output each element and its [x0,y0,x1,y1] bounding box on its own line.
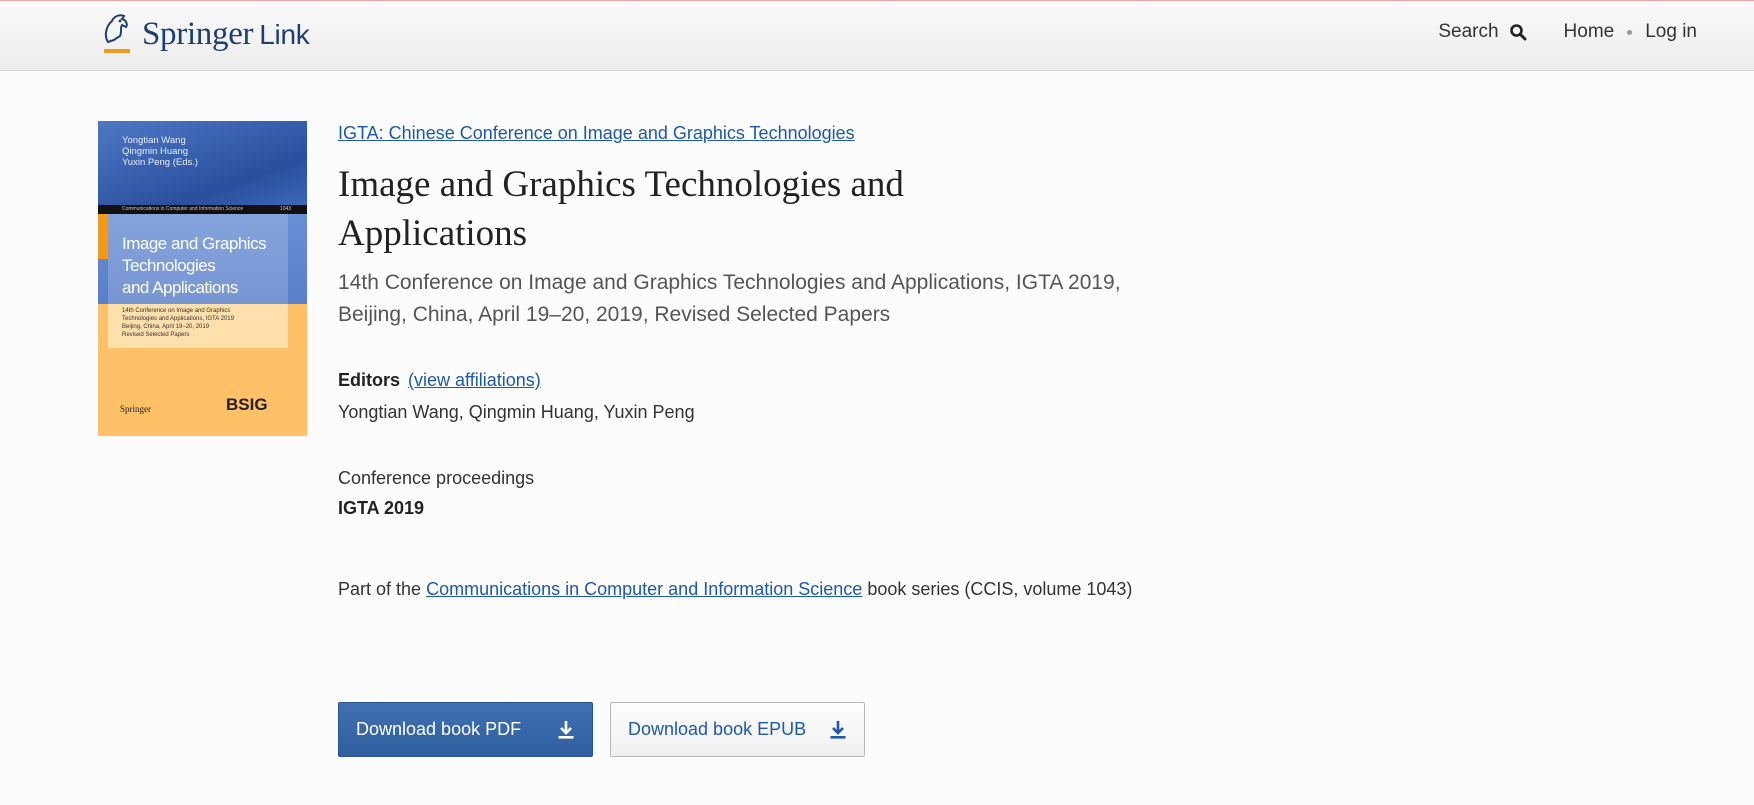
download-pdf-button[interactable]: Download book PDF [338,702,593,757]
cover-subtitle-line: Technologies and Applications, IGTA 2019 [122,316,234,322]
download-icon [830,720,846,739]
cover-subtitle-line: Beijing, China, April 19–20, 2019 [122,324,210,330]
book-subtitle: 14th Conference on Image and Graphics Te… [338,271,1121,326]
cover-author: Yuxin Peng (Eds.) [122,157,199,168]
cover-partner-logo: BSIG [226,395,268,414]
download-icon [558,720,574,739]
page-title: Image and Graphics Technologies and Appl… [338,164,904,254]
nav-separator-dot [1627,29,1633,35]
header-nav: Search Home Log in [1438,21,1697,43]
springer-link-logo[interactable]: Springer Link [100,11,310,57]
cover-author: Yongtian Wang [122,135,186,146]
download-pdf-label: Download book PDF [356,719,522,739]
cover-series-band: Communications in Computer and Informati… [98,205,307,214]
cover-publisher: Springer [120,404,151,414]
search-button[interactable]: Search [1438,21,1527,43]
series-suffix: book series (CCIS, volume 1043) [867,579,1133,599]
editors-label: Editors [338,370,401,390]
logo-link-text: Link [259,18,310,50]
login-link[interactable]: Log in [1645,21,1697,43]
search-icon [1509,24,1527,41]
cover-author: Qingmin Huang [122,146,189,157]
cover-authors: Yongtian Wang Qingmin Huang Yuxin Peng (… [122,135,198,168]
search-label: Search [1438,21,1499,42]
logo-springer-text: Springer [142,15,254,52]
home-link[interactable]: Home [1564,21,1615,43]
book-cover-image: Yongtian Wang Qingmin Huang Yuxin Peng (… [98,121,307,436]
proceedings-type: Conference proceedings [338,468,535,488]
cover-subtitle-line: Revised Selected Papers [122,332,190,338]
series-prefix: Part of the [338,579,422,599]
book-series-info: Part of the Communications in Computer a… [338,579,1132,600]
book-series-link[interactable]: Communications in Computer and Informati… [426,579,862,599]
logo-wordmark: Springer Link [142,15,310,53]
editors-heading: Editors (view affiliations) [338,370,541,391]
site-header: Springer Link Search Home Log in [0,0,1754,71]
cover-volume: 1043 [280,206,292,212]
cover-subtitle: 14th Conference on Image and Graphics Te… [122,307,234,339]
editors-list: Yongtian Wang, Qingmin Huang, Yuxin Peng [338,402,695,422]
springer-horse-icon [104,14,130,53]
cover-orange-tab [98,214,108,259]
cover-series-name: Communications in Computer and Informati… [122,206,244,212]
download-epub-label: Download book EPUB [628,719,807,739]
cover-title-line: Technologies [122,256,216,275]
cover-title-line: and Applications [122,278,238,297]
cover-subtitle-line: 14th Conference on Image and Graphics [122,308,231,314]
cover-title: Image and Graphics Technologies and Appl… [122,233,267,299]
download-epub-button[interactable]: Download book EPUB [610,702,865,757]
conference-acronym: IGTA 2019 [338,498,425,518]
conference-series-link[interactable]: IGTA: Chinese Conference on Image and Gr… [338,123,855,144]
view-affiliations-link[interactable]: (view affiliations) [408,370,541,390]
cover-title-line: Image and Graphics [122,234,267,253]
